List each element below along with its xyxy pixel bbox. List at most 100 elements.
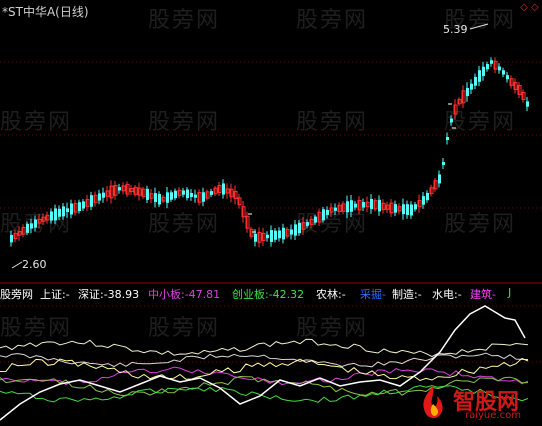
indicator-legend-item: 上证:-	[40, 288, 70, 301]
candle-body	[282, 227, 285, 240]
candle-body	[470, 83, 473, 90]
candle-body	[254, 233, 257, 242]
high-price-label: 5.39	[443, 23, 468, 36]
candle-body	[190, 193, 193, 197]
candle-body	[266, 234, 269, 239]
high-marker-line	[469, 23, 489, 30]
indicator-legend-item: 股旁网	[0, 288, 33, 301]
indicator-legend-item: 建筑-	[470, 288, 496, 301]
candle-body	[466, 87, 469, 97]
candle-body	[222, 183, 225, 195]
candle-body	[502, 70, 505, 75]
candle-body	[26, 223, 29, 233]
indicator-line	[0, 338, 529, 358]
candle-body	[526, 101, 529, 107]
indicator-legend-item: 创业板:-42.32	[232, 288, 305, 301]
candle-body	[278, 230, 281, 239]
candle-body	[498, 66, 501, 71]
candle-body	[422, 196, 425, 205]
indicator-legend: 股旁网 上证:- 深证:-38.93 中小板:-47.81 创业板:-42.32 农林:-…	[0, 286, 542, 302]
candle-body	[442, 161, 445, 166]
candle-body	[98, 193, 101, 201]
candle-body	[270, 230, 273, 242]
candle-body	[346, 201, 349, 213]
candle-body	[334, 207, 337, 211]
candle-body	[62, 206, 65, 217]
candle-body	[394, 204, 397, 213]
indicator-legend-item: 采掘-	[360, 288, 386, 301]
candle-body	[78, 202, 81, 212]
candle-body	[490, 60, 493, 64]
price-chart-canvas[interactable]	[0, 0, 542, 426]
candle-body	[90, 195, 93, 207]
candle-body	[194, 194, 197, 198]
candle-body	[166, 192, 169, 203]
candle-body	[170, 192, 173, 200]
candle-body	[438, 174, 441, 184]
candle-body	[82, 201, 85, 209]
candle-body	[350, 200, 353, 212]
indicator-line	[0, 352, 529, 368]
candle-body	[354, 203, 357, 208]
diamond-icon[interactable]: ◇	[531, 2, 539, 13]
candle-body	[66, 208, 69, 213]
candle-body	[294, 224, 297, 236]
site-logo: 智股网 raiyue.com	[415, 384, 539, 424]
candle-body	[50, 211, 53, 221]
candle-body	[414, 204, 417, 210]
candle-body	[154, 193, 157, 203]
indicator-line	[0, 366, 529, 386]
candle-body	[146, 188, 149, 200]
candle-body	[10, 234, 13, 243]
candle-body	[486, 64, 489, 70]
candle-body	[298, 222, 301, 234]
logo-url-text: raiyue.com	[465, 410, 521, 421]
chart-window: 股旁网 股旁网 股旁网 股旁网 股旁网 股旁网 股旁网 股旁网 股旁网 股旁网 …	[0, 0, 542, 426]
candle-body	[406, 204, 409, 215]
candle-body	[70, 203, 73, 215]
chart-title: *ST中华A(日线)	[2, 5, 89, 19]
candle-body	[482, 66, 485, 76]
candle-body	[118, 187, 121, 191]
grid-lines	[0, 61, 542, 363]
indicator-legend-item: 水电:-	[432, 288, 462, 301]
candle-body	[478, 70, 481, 82]
candle-body	[58, 208, 61, 217]
flame-icon	[423, 386, 443, 419]
candle-body	[34, 219, 37, 228]
indicator-legend-item: 深证:-38.93	[78, 288, 140, 301]
candle-body	[450, 118, 453, 123]
candle-body	[202, 192, 205, 202]
candle-body	[402, 204, 405, 215]
diamond-icon[interactable]: ◇	[520, 2, 528, 13]
candle-body	[174, 190, 177, 199]
candle-body	[426, 192, 429, 201]
candle-body	[290, 229, 293, 235]
candle-body	[446, 136, 449, 141]
indicator-legend-item: J	[508, 286, 512, 299]
low-marker-line	[11, 261, 23, 269]
candle-body	[306, 222, 309, 226]
low-price-label: 2.60	[22, 258, 47, 271]
candle-body	[378, 199, 381, 212]
candlestick-series	[10, 57, 529, 248]
candle-body	[274, 230, 277, 240]
candle-body	[322, 209, 325, 221]
indicator-legend-item: 中小板:-47.81	[148, 288, 221, 301]
candle-body	[314, 216, 317, 223]
indicator-legend-item: 农林:-	[316, 288, 346, 301]
candle-body	[102, 192, 105, 198]
candle-body	[158, 193, 161, 205]
candle-body	[370, 198, 373, 210]
candle-body	[182, 190, 185, 195]
candle-body	[362, 202, 365, 208]
candle-body	[326, 209, 329, 215]
candle-body	[474, 76, 477, 86]
candle-body	[54, 208, 57, 221]
candle-body	[186, 189, 189, 199]
candle-body	[410, 204, 413, 216]
indicator-legend-item: 制造:-	[392, 288, 422, 301]
candle-body	[210, 191, 213, 195]
candle-body	[30, 223, 33, 229]
candle-body	[506, 75, 509, 80]
